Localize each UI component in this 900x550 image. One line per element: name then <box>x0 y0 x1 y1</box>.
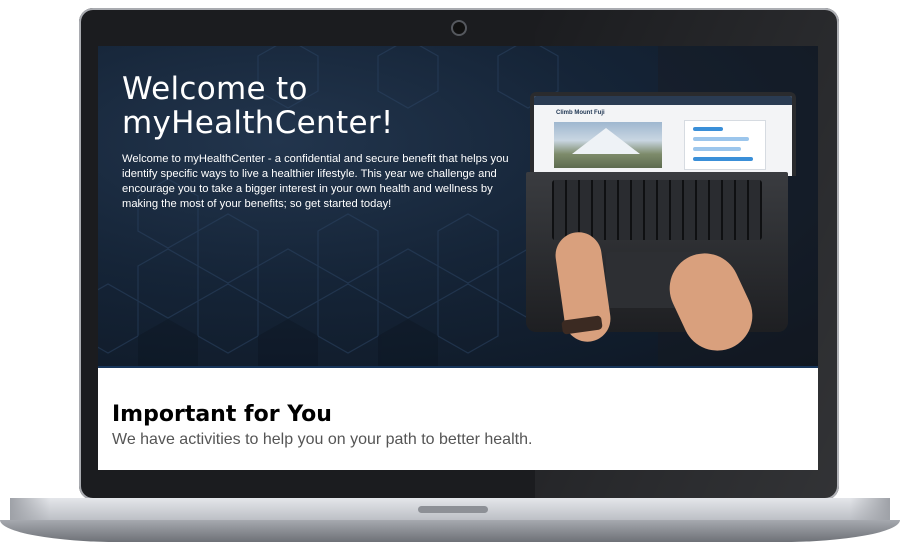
screen: Welcome to myHealthCenter! Welcome to my… <box>98 46 818 470</box>
base-edge-left <box>10 498 50 522</box>
important-subtitle: We have activities to help you on your p… <box>112 431 533 448</box>
laptop-base-bottom <box>0 520 900 542</box>
inner-challenge-title: Climb Mount Fuji <box>556 110 605 116</box>
hero-banner: Welcome to myHealthCenter! Welcome to my… <box>98 46 818 366</box>
hero-title: Welcome to myHealthCenter! <box>122 72 502 140</box>
laptop-photo-screen: Climb Mount Fuji <box>530 92 796 176</box>
inner-nav-bar <box>534 96 792 105</box>
laptop-photo: Climb Mount Fuji <box>526 92 800 363</box>
important-title: Important for You <box>112 402 332 427</box>
inner-progress-panel <box>684 120 766 170</box>
webcam-icon <box>451 20 467 36</box>
base-edge-right <box>850 498 890 522</box>
hero-description: Welcome to myHealthCenter - a confidenti… <box>122 153 509 210</box>
mountain-peak-icon <box>572 128 640 154</box>
important-section: Important for You We have activities to … <box>98 368 818 470</box>
hero-title-line2: myHealthCenter! <box>122 105 394 141</box>
laptop-notch <box>418 506 488 513</box>
keyboard-graphic <box>552 180 762 240</box>
hero-title-line1: Welcome to <box>122 71 308 107</box>
